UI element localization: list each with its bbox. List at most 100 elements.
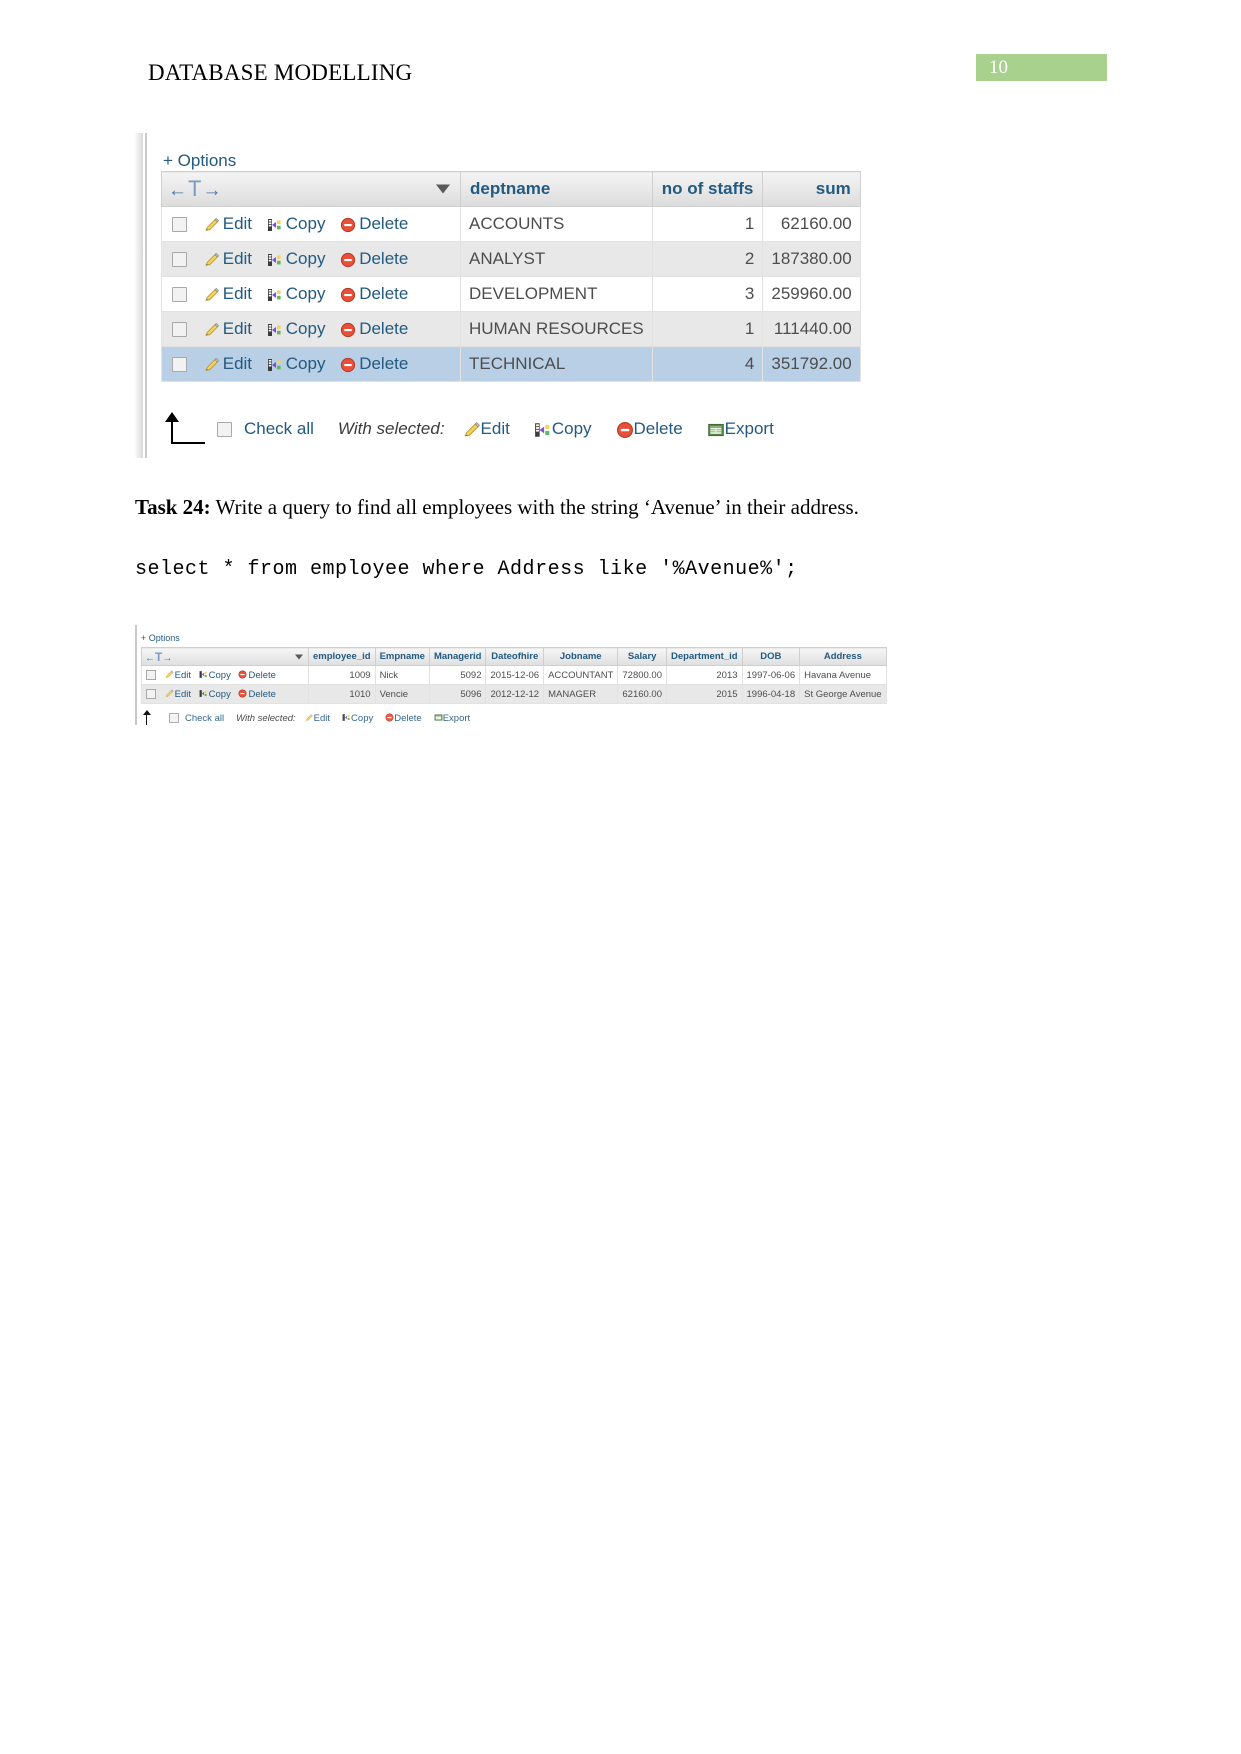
copy-action[interactable]: Copy	[267, 319, 330, 338]
nav-t-icon[interactable]: T	[188, 176, 202, 201]
footer-delete-action[interactable]: Delete	[385, 712, 422, 724]
cell-no-of-staffs: 4	[651, 346, 764, 382]
footer-copy-label: Copy	[351, 712, 374, 724]
cell-employee-id: 1009	[308, 665, 376, 685]
row-actions-cell: Edit Copy Delete	[141, 665, 309, 685]
check-all-label[interactable]: Check all	[244, 419, 314, 439]
copy-icon	[199, 671, 207, 679]
edit-action[interactable]: Edit	[204, 249, 257, 268]
copy-icon	[199, 690, 207, 698]
nav-arrows-icon[interactable]: ←T→	[168, 176, 222, 201]
row-checkbox[interactable]	[172, 287, 187, 303]
column-header-sum[interactable]: sum	[762, 171, 861, 207]
row-checkbox[interactable]	[172, 357, 187, 373]
column-header-dateofhire[interactable]: Dateofhire	[485, 647, 545, 666]
row-checkbox[interactable]	[172, 217, 187, 233]
edit-label: Edit	[174, 688, 192, 700]
cell-deptname: TECHNICAL	[460, 346, 653, 382]
delete-icon	[341, 217, 356, 232]
nav-arrows-icon[interactable]: ←T→	[145, 650, 172, 664]
copy-action[interactable]: Copy	[199, 689, 234, 700]
copy-label: Copy	[285, 249, 326, 268]
delete-icon	[238, 670, 247, 679]
copy-icon	[267, 218, 281, 231]
delete-action[interactable]: Delete	[340, 284, 408, 303]
edit-action[interactable]: Edit	[165, 689, 194, 700]
footer-export-action[interactable]: Export	[707, 419, 774, 439]
delete-label: Delete	[359, 249, 409, 268]
check-all-label[interactable]: Check all	[185, 713, 224, 724]
pencil-icon	[205, 287, 219, 301]
column-header-deptname[interactable]: deptname	[460, 171, 653, 207]
table-row[interactable]: Edit Copy	[161, 241, 861, 277]
footer-delete-action[interactable]: Delete	[616, 419, 683, 439]
copy-action[interactable]: Copy	[267, 354, 330, 373]
column-header-dob[interactable]: DOB	[741, 647, 801, 666]
task-statement: Task 24: Write a query to find all emplo…	[135, 495, 859, 520]
row-checkbox[interactable]	[146, 688, 156, 699]
edit-action[interactable]: Edit	[204, 284, 257, 303]
copy-action[interactable]: Copy	[199, 670, 234, 681]
edit-action[interactable]: Edit	[204, 354, 257, 373]
check-all-checkbox[interactable]	[217, 421, 232, 437]
copy-label: Copy	[285, 354, 326, 373]
nav-next-icon[interactable]: →	[202, 180, 222, 201]
delete-action[interactable]: Delete	[340, 214, 408, 233]
delete-label: Delete	[248, 669, 276, 681]
footer-copy-action[interactable]: Copy	[342, 713, 373, 724]
footer-copy-action[interactable]: Copy	[534, 419, 592, 439]
pencil-icon	[205, 252, 219, 266]
copy-label: Copy	[208, 688, 231, 700]
column-header-empname[interactable]: Empname	[374, 647, 430, 666]
row-checkbox[interactable]	[172, 322, 187, 338]
copy-action[interactable]: Copy	[267, 284, 330, 303]
cell-dob: 1997-06-06	[741, 665, 801, 685]
column-header-employee-id[interactable]: employee_id	[308, 647, 376, 666]
nav-prev-icon[interactable]: ←	[168, 180, 188, 201]
delete-action[interactable]: Delete	[238, 669, 276, 681]
table-row[interactable]: Edit Copy Delete	[141, 665, 887, 685]
delete-action[interactable]: Delete	[340, 354, 408, 373]
delete-action[interactable]: Delete	[340, 249, 408, 268]
footer-delete-label: Delete	[394, 712, 422, 724]
table-row[interactable]: Edit Copy	[161, 206, 861, 242]
column-header-address[interactable]: Address	[799, 647, 887, 666]
edit-action[interactable]: Edit	[165, 670, 194, 681]
chevron-down-icon[interactable]	[436, 184, 450, 194]
column-header-department-id[interactable]: Department_id	[666, 647, 743, 666]
edit-action[interactable]: Edit	[204, 319, 257, 338]
column-header-managerid[interactable]: Managerid	[428, 647, 487, 666]
cell-no-of-staffs: 2	[651, 241, 764, 277]
check-all-checkbox[interactable]	[169, 713, 179, 723]
row-actions-cell: Edit Copy Delete	[161, 311, 461, 347]
options-toggle-link[interactable]: + Options	[163, 151, 236, 171]
footer-edit-action[interactable]: Edit	[305, 713, 330, 724]
table-row[interactable]: Edit Copy Delete	[141, 684, 887, 704]
row-nav-header[interactable]: ←T→	[161, 171, 461, 207]
column-header-no-of-staffs[interactable]: no of staffs	[651, 171, 764, 207]
edit-action[interactable]: Edit	[204, 214, 257, 233]
delete-label: Delete	[248, 688, 276, 700]
table-row[interactable]: Edit Copy	[161, 346, 861, 382]
cell-sum: 259960.00	[762, 276, 861, 312]
results-table-body: Edit Copy Delete ACCOUNTS 1 62160.00 Edi…	[161, 206, 861, 382]
column-header-jobname[interactable]: Jobname	[543, 647, 619, 666]
row-checkbox[interactable]	[172, 252, 187, 268]
copy-icon	[267, 323, 281, 336]
nav-prev-icon[interactable]: ←	[145, 653, 155, 664]
delete-action[interactable]: Delete	[340, 319, 408, 338]
table-row[interactable]: Edit Copy	[161, 311, 861, 347]
copy-action[interactable]: Copy	[267, 249, 330, 268]
copy-action[interactable]: Copy	[267, 214, 330, 233]
table-row[interactable]: Edit Copy	[161, 276, 861, 312]
options-toggle-link[interactable]: + Options	[141, 633, 180, 643]
column-header-salary[interactable]: Salary	[617, 647, 667, 666]
row-nav-header[interactable]: ←T→	[141, 647, 309, 666]
footer-export-action[interactable]: Export	[434, 713, 470, 724]
copy-icon	[267, 288, 281, 301]
row-checkbox[interactable]	[146, 669, 156, 680]
delete-action[interactable]: Delete	[238, 688, 276, 700]
chevron-down-icon[interactable]	[295, 654, 303, 659]
nav-next-icon[interactable]: →	[162, 653, 172, 664]
footer-edit-action[interactable]: Edit	[463, 419, 510, 439]
